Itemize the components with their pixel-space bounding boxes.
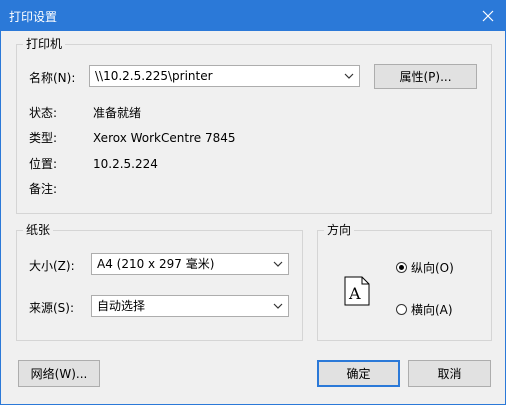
ok-button-label: 确定 <box>346 367 371 381</box>
printer-name-select[interactable]: \\10.2.5.225\printer <box>89 65 360 87</box>
source-label: 来源(S): <box>29 301 75 315</box>
window-title: 打印设置 <box>9 10 58 24</box>
comment-label: 备注: <box>29 182 58 196</box>
close-icon <box>482 10 494 22</box>
ok-button[interactable]: 确定 <box>317 360 400 387</box>
network-button[interactable]: 网络(W)... <box>18 360 100 387</box>
paper-source-select[interactable]: 自动选择 <box>91 295 289 317</box>
paper-group-label: 纸张 <box>23 223 54 237</box>
network-button-label: 网络(W)... <box>30 367 88 381</box>
landscape-radio[interactable]: 横向(A) <box>396 301 453 318</box>
title-bar[interactable]: 打印设置 <box>1 1 505 31</box>
properties-button[interactable]: 属性(P)... <box>374 64 477 89</box>
close-button[interactable] <box>471 1 505 31</box>
chevron-down-icon <box>273 303 283 309</box>
paper-size-select[interactable]: A4 (210 x 297 毫米) <box>91 253 289 275</box>
location-label: 位置: <box>29 157 58 171</box>
portrait-radio[interactable]: 纵向(O) <box>396 259 454 276</box>
cancel-button[interactable]: 取消 <box>408 360 491 387</box>
landscape-label: 横向(A) <box>411 303 453 317</box>
chevron-down-icon <box>344 73 354 79</box>
location-value: 10.2.5.224 <box>93 157 158 171</box>
orientation-group-label: 方向 <box>324 223 355 237</box>
printer-name-value: \\10.2.5.225\printer <box>95 69 213 83</box>
paper-source-value: 自动选择 <box>97 299 146 313</box>
orientation-group: 方向 A 纵向(O) 横向(A) <box>317 223 492 341</box>
portrait-radio-button[interactable] <box>396 262 407 273</box>
print-setup-dialog: 打印设置 打印机 名称(N): \\10.2.5.225\printer 属性(… <box>0 0 506 405</box>
status-value: 准备就绪 <box>93 106 142 120</box>
chevron-down-icon <box>273 261 283 267</box>
printer-group-label: 打印机 <box>23 37 66 51</box>
portrait-label: 纵向(O) <box>411 261 454 275</box>
size-label: 大小(Z): <box>29 259 75 273</box>
paper-size-value: A4 (210 x 297 毫米) <box>97 257 215 271</box>
type-value: Xerox WorkCentre 7845 <box>93 131 236 145</box>
paper-group: 纸张 大小(Z): A4 (210 x 297 毫米) 来源(S): 自动选择 <box>16 223 303 341</box>
properties-button-label: 属性(P)... <box>399 70 452 84</box>
landscape-radio-button[interactable] <box>396 304 407 315</box>
type-label: 类型: <box>29 131 58 145</box>
name-label: 名称(N): <box>29 71 76 85</box>
status-label: 状态: <box>29 106 58 120</box>
page-preview-icon: A <box>344 276 370 306</box>
cancel-button-label: 取消 <box>437 367 462 381</box>
printer-group: 打印机 名称(N): \\10.2.5.225\printer 属性(P)...… <box>16 37 492 214</box>
page-preview-letter: A <box>348 284 361 303</box>
